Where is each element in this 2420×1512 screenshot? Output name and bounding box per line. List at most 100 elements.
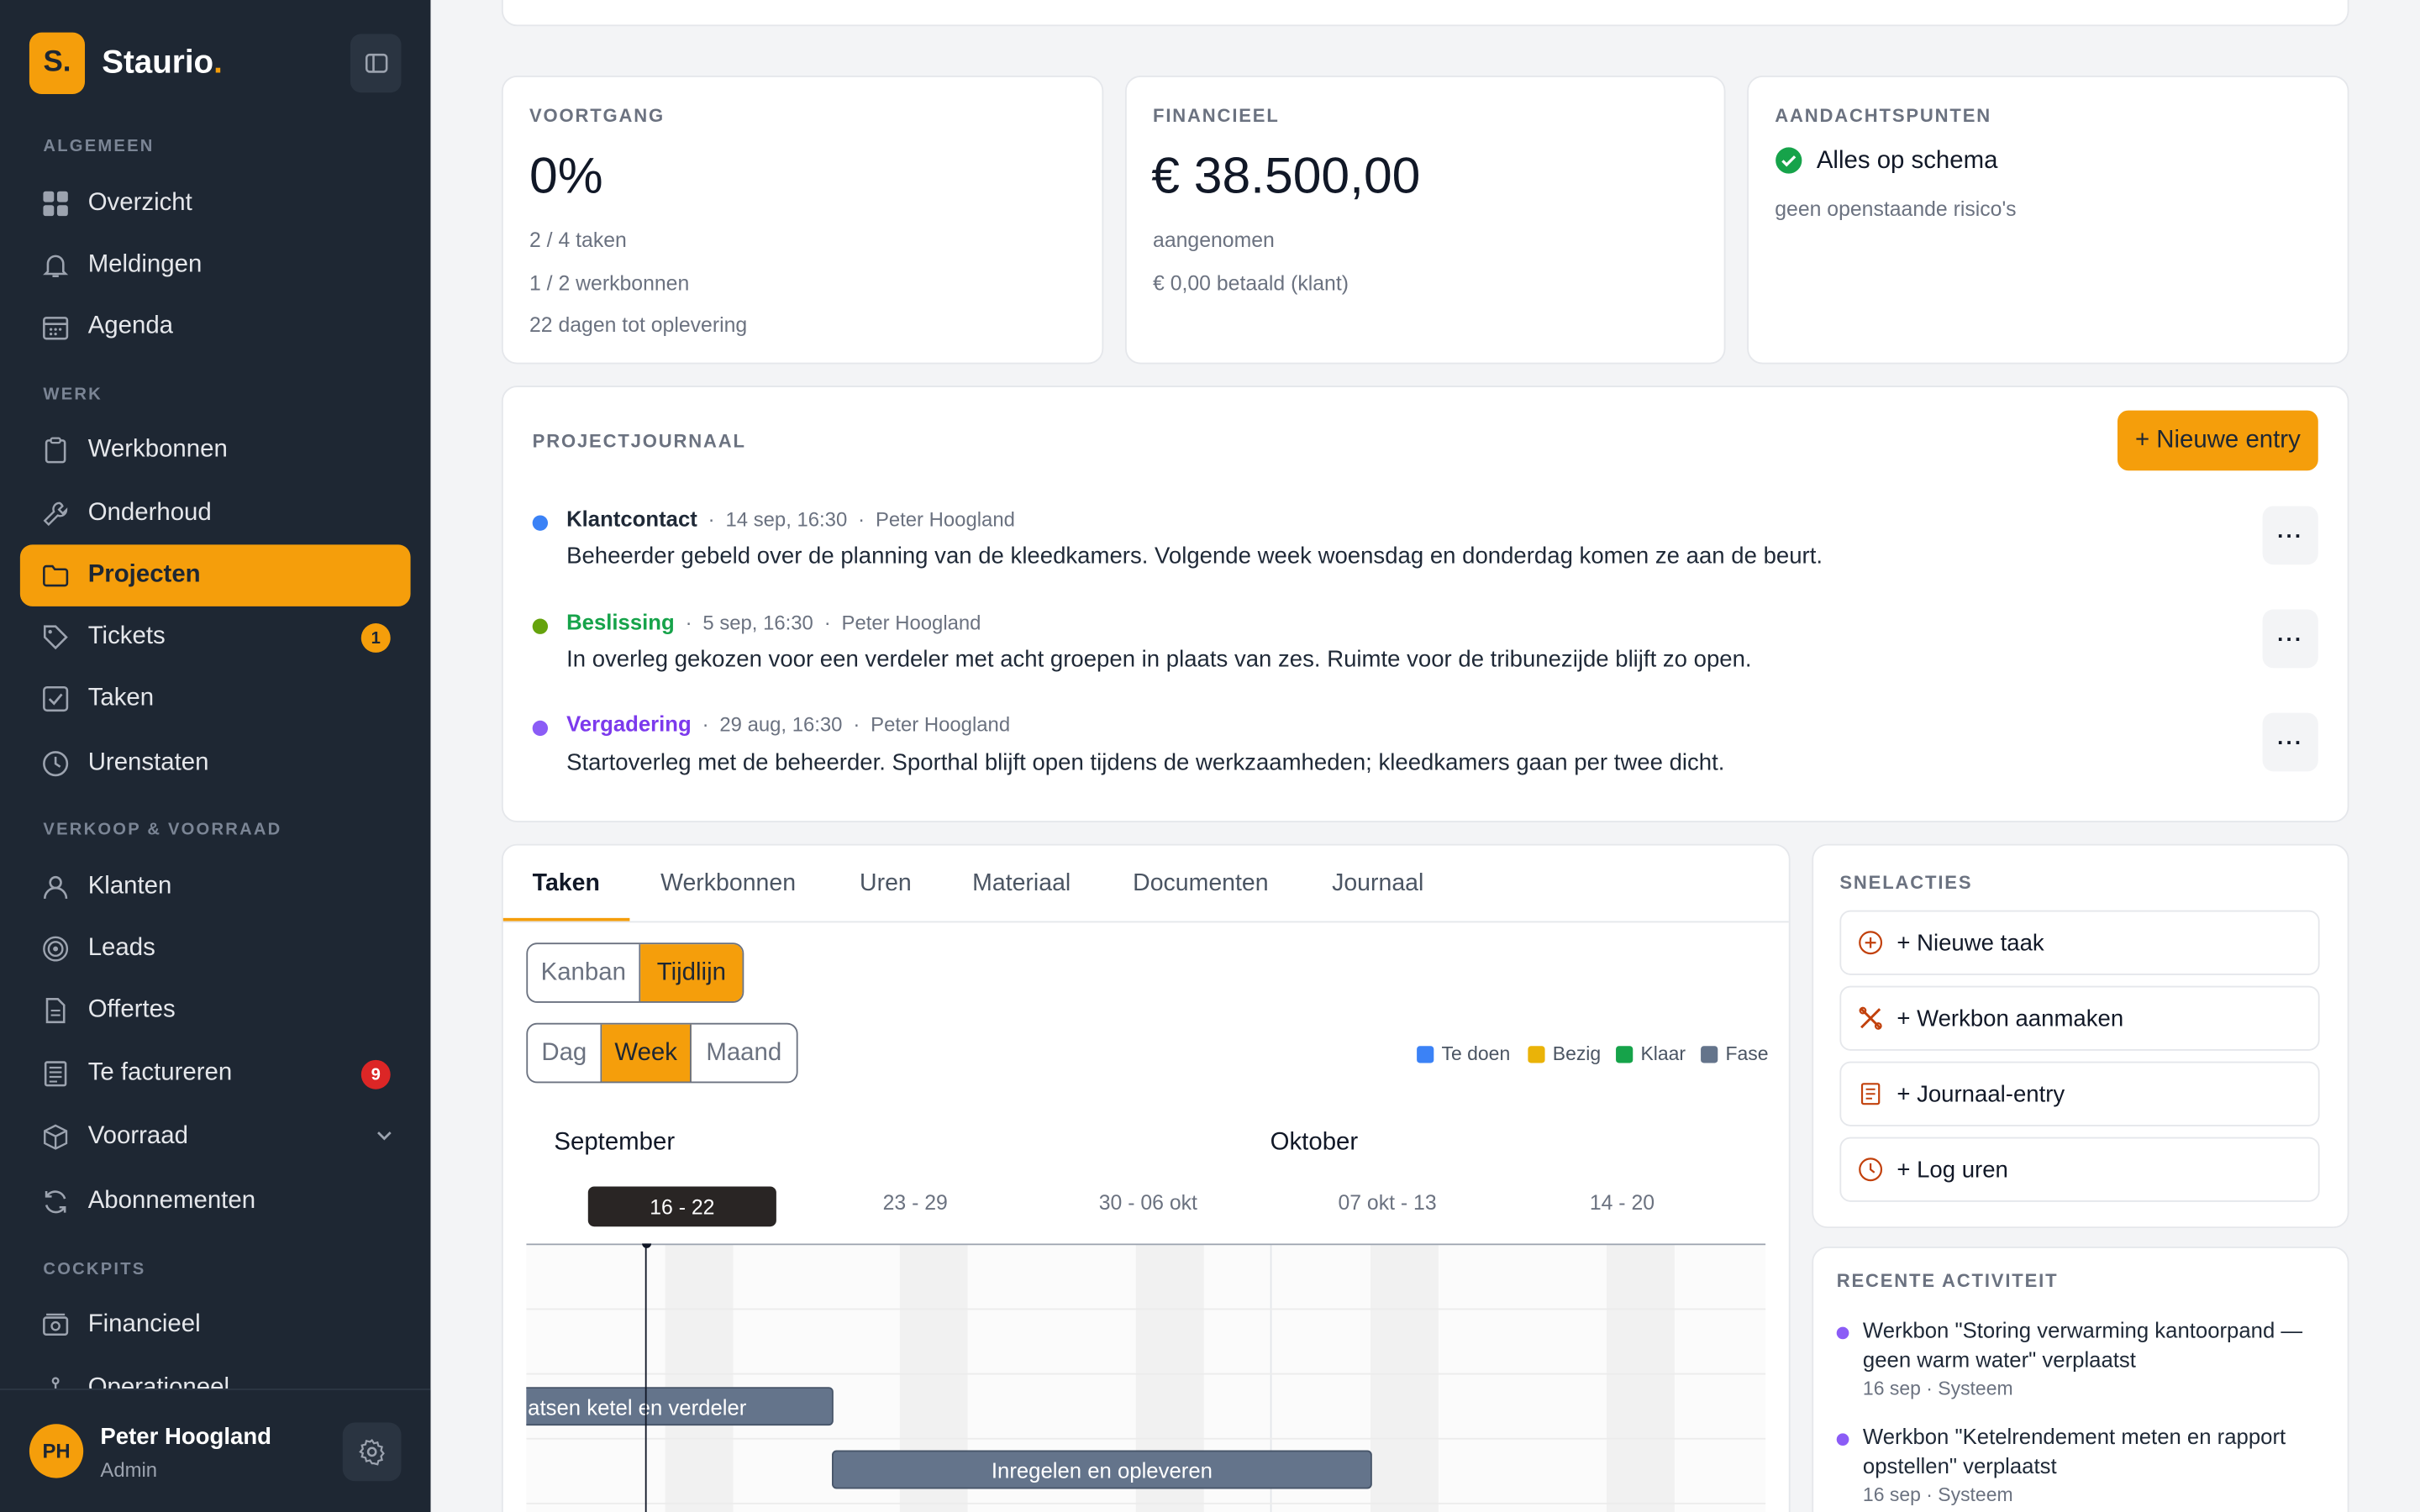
separator: · bbox=[853, 712, 860, 737]
sidebar-item-te-factureren[interactable]: Te factureren 9 bbox=[20, 1043, 411, 1105]
range-toggle: Dag Week Maand bbox=[526, 1022, 798, 1084]
sidebar-item-onderhoud[interactable]: Onderhoud bbox=[20, 483, 411, 544]
new-entry-button[interactable]: + Nieuwe entry bbox=[2117, 410, 2318, 471]
tab-taken[interactable]: Taken bbox=[533, 870, 600, 898]
today-marker bbox=[642, 1243, 652, 1248]
finance-value: € 38.500,00 bbox=[1151, 146, 1421, 204]
range-dag[interactable]: Dag bbox=[528, 1024, 602, 1082]
settings-button[interactable] bbox=[342, 1422, 402, 1482]
entry-text: Beheerder gebeld over de planning van de… bbox=[566, 543, 1823, 570]
top-card-partial bbox=[501, 0, 2349, 27]
brand-name: Staurio. bbox=[102, 45, 223, 81]
tab-materiaal[interactable]: Materiaal bbox=[972, 870, 1071, 898]
activity-meta: 16 sep · Systeem bbox=[1862, 1378, 2013, 1399]
entry-dot bbox=[532, 720, 549, 737]
new-task-button[interactable]: + Nieuwe taak bbox=[1839, 910, 2320, 975]
entry-dot bbox=[532, 515, 549, 531]
target-icon bbox=[40, 933, 71, 964]
tab-documenten[interactable]: Documenten bbox=[1133, 870, 1268, 898]
entry-type: Klantcontact bbox=[566, 506, 697, 531]
progress-value: 0% bbox=[529, 146, 603, 204]
quick-actions-label: SNELACTIES bbox=[1839, 871, 1973, 894]
tab-uren[interactable]: Uren bbox=[860, 870, 912, 898]
sidebar-item-agenda[interactable]: Agenda bbox=[20, 297, 411, 358]
sidebar-item-label: Onderhoud bbox=[87, 500, 212, 527]
entry-more-button[interactable]: ··· bbox=[2262, 506, 2318, 565]
tab-journaal[interactable]: Journaal bbox=[1332, 870, 1423, 898]
sidebar-item-abonnementen[interactable]: Abonnementen bbox=[20, 1171, 411, 1232]
sidebar-item-urenstaten[interactable]: Urenstaten bbox=[20, 732, 411, 794]
entry-date: 5 sep, 16:30 bbox=[702, 611, 813, 634]
finance-label: FINANCIEEL bbox=[1153, 104, 1280, 127]
clock-icon bbox=[40, 748, 71, 780]
recent-activity-label: RECENTE ACTIVITEIT bbox=[1836, 1269, 2059, 1292]
invoices-count-badge: 9 bbox=[360, 1059, 391, 1089]
sidebar-item-leads[interactable]: Leads bbox=[20, 918, 411, 979]
separator: · bbox=[858, 507, 865, 531]
entry-text: Startoverleg met de beheerder. Sporthal … bbox=[566, 749, 1725, 776]
sidebar-item-klanten[interactable]: Klanten bbox=[20, 856, 411, 917]
attention-status: Alles op schema bbox=[1816, 148, 1998, 175]
quick-action-label: + Nieuwe taak bbox=[1897, 929, 2044, 956]
quick-action-label: + Journaal-entry bbox=[1897, 1080, 2065, 1107]
progress-label: VOORTGANG bbox=[529, 104, 666, 127]
user-profile-bar: PH Peter Hoogland Admin bbox=[0, 1389, 431, 1512]
tabs-divider bbox=[502, 921, 1789, 923]
journal-entry-header: Klantcontact · 14 sep, 16:30 · Peter Hoo… bbox=[566, 506, 1015, 530]
week-label: 14 - 20 bbox=[1589, 1190, 1655, 1215]
progress-tasks: 2 / 4 taken bbox=[529, 228, 627, 252]
sidebar-collapse-button[interactable] bbox=[350, 34, 402, 93]
gantt-bar[interactable]: atsen ketel en verdeler bbox=[526, 1387, 834, 1426]
finance-accepted: aangenomen bbox=[1153, 228, 1275, 252]
clock-icon bbox=[1857, 1156, 1885, 1184]
grid-icon bbox=[40, 188, 71, 219]
chevron-down-icon[interactable] bbox=[373, 1125, 395, 1154]
sidebar-item-tickets[interactable]: Tickets 1 bbox=[20, 606, 411, 668]
entry-more-button[interactable]: ··· bbox=[2262, 712, 2318, 772]
plus-circle-icon bbox=[1857, 929, 1885, 957]
legend-bezig: Bezig bbox=[1528, 1043, 1601, 1064]
month-september: September bbox=[554, 1129, 676, 1156]
avatar[interactable]: PH bbox=[29, 1424, 84, 1478]
section-label-verkoop: VERKOOP & VOORRAAD bbox=[43, 821, 282, 840]
sidebar-item-voorraad[interactable]: Voorraad bbox=[20, 1106, 411, 1168]
user-name: Peter Hoogland bbox=[100, 1424, 272, 1451]
gantt-bar[interactable]: Inregelen en opleveren bbox=[831, 1450, 1372, 1489]
gear-icon bbox=[359, 1438, 385, 1466]
tab-werkbonnen[interactable]: Werkbonnen bbox=[660, 870, 796, 898]
week-label: 30 - 06 okt bbox=[1098, 1190, 1197, 1215]
entry-more-button[interactable]: ··· bbox=[2262, 609, 2318, 669]
sidebar-item-taken[interactable]: Taken bbox=[20, 668, 411, 729]
entry-author: Peter Hoogland bbox=[841, 611, 981, 634]
new-journal-entry-button[interactable]: + Journaal-entry bbox=[1839, 1061, 2320, 1126]
sidebar-item-meldingen[interactable]: Meldingen bbox=[20, 234, 411, 296]
user-icon bbox=[40, 872, 71, 903]
sidebar-item-financieel[interactable]: Financieel bbox=[20, 1294, 411, 1356]
section-label-cockpits: COCKPITS bbox=[43, 1260, 146, 1279]
view-tijdlijn[interactable]: Tijdlijn bbox=[640, 944, 743, 1002]
week-current[interactable]: 16 - 22 bbox=[587, 1186, 776, 1227]
new-workorder-button[interactable]: + Werkbon aanmaken bbox=[1839, 985, 2320, 1051]
sidebar-item-label: Projecten bbox=[87, 561, 201, 588]
legend-fase: Fase bbox=[1701, 1043, 1769, 1064]
section-label-algemeen: ALGEMEEN bbox=[43, 137, 155, 156]
legend-klaar: Klaar bbox=[1616, 1043, 1686, 1064]
attention-label: AANDACHTSPUNTEN bbox=[1775, 104, 1992, 127]
week-label: 23 - 29 bbox=[882, 1190, 948, 1215]
journal-label: PROJECTJOURNAAL bbox=[532, 430, 746, 453]
log-hours-button[interactable]: + Log uren bbox=[1839, 1137, 2320, 1202]
brand[interactable]: S. Staurio. bbox=[29, 32, 223, 95]
sidebar: S. Staurio. ALGEMEEN Overzicht Meldingen… bbox=[0, 0, 431, 1512]
view-kanban[interactable]: Kanban bbox=[528, 944, 641, 1002]
range-week[interactable]: Week bbox=[602, 1024, 692, 1082]
sidebar-item-projecten[interactable]: Projecten bbox=[19, 544, 411, 606]
tag-icon bbox=[40, 622, 71, 653]
quick-action-label: + Werkbon aanmaken bbox=[1897, 1005, 2124, 1032]
sidebar-item-werkbonnen[interactable]: Werkbonnen bbox=[20, 420, 411, 481]
entry-type: Beslissing bbox=[566, 609, 675, 634]
entry-author: Peter Hoogland bbox=[871, 712, 1011, 737]
sidebar-item-overzicht[interactable]: Overzicht bbox=[20, 173, 411, 234]
range-maand[interactable]: Maand bbox=[692, 1025, 797, 1082]
tools-icon bbox=[1857, 1005, 1885, 1032]
sidebar-item-offertes[interactable]: Offertes bbox=[20, 979, 411, 1041]
